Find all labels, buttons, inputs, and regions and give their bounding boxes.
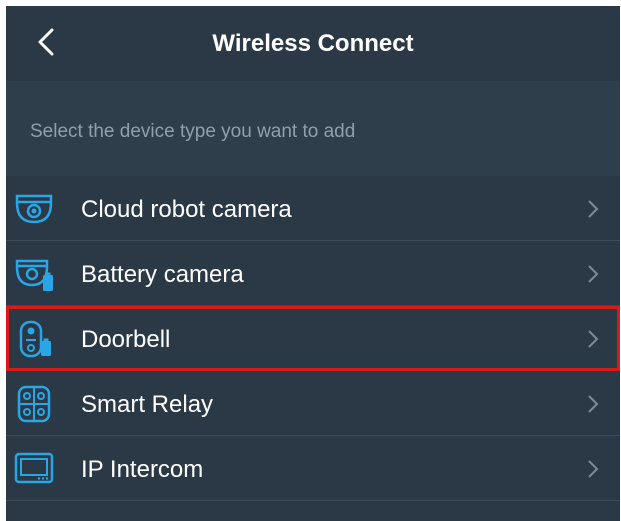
- device-label: IP Intercom: [81, 456, 204, 483]
- device-type-list: Cloud robot camera Battery camera Doorbe…: [6, 176, 620, 501]
- smart-relay-icon: [14, 385, 54, 423]
- hint-section: Select the device type you want to add: [6, 81, 620, 176]
- chevron-right-icon: [586, 263, 600, 285]
- wireless-connect-screen: Wireless Connect Select the device type …: [6, 6, 620, 521]
- doorbell-icon: [14, 320, 54, 358]
- device-item-battery-camera[interactable]: Battery camera: [6, 241, 620, 306]
- header-bar: Wireless Connect: [6, 6, 620, 81]
- device-label: Battery camera: [81, 261, 244, 288]
- chevron-right-icon: [586, 328, 600, 350]
- device-label: Doorbell: [81, 326, 171, 353]
- dome-camera-icon: [14, 190, 54, 228]
- intercom-icon: [14, 450, 54, 488]
- device-item-smart-relay[interactable]: Smart Relay: [6, 371, 620, 436]
- device-item-cloud-robot-camera[interactable]: Cloud robot camera: [6, 176, 620, 241]
- page-title: Wireless Connect: [212, 30, 414, 57]
- device-label: Cloud robot camera: [81, 196, 292, 223]
- chevron-right-icon: [586, 393, 600, 415]
- device-label: Smart Relay: [81, 391, 214, 418]
- battery-camera-icon: [14, 255, 54, 293]
- device-item-ip-intercom[interactable]: IP Intercom: [6, 436, 620, 501]
- chevron-right-icon: [586, 198, 600, 220]
- device-item-doorbell[interactable]: Doorbell: [6, 306, 620, 371]
- hint-text: Select the device type you want to add: [30, 121, 356, 142]
- chevron-right-icon: [586, 458, 600, 480]
